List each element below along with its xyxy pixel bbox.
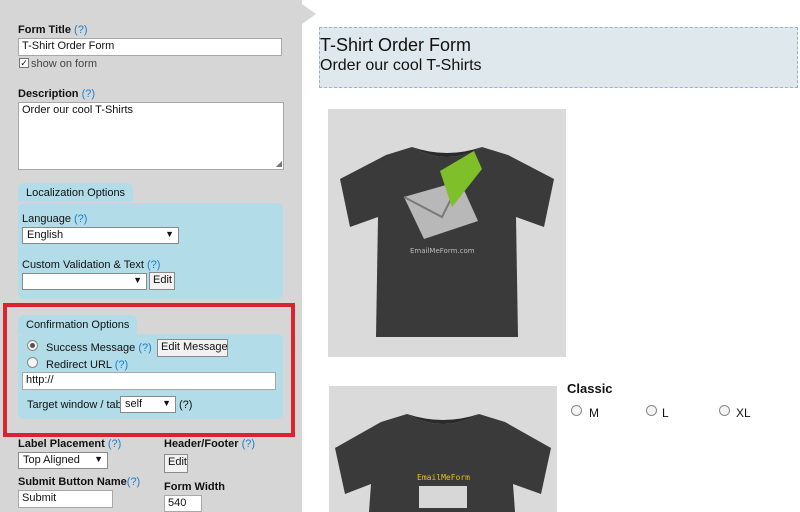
language-help-link[interactable]: (?) bbox=[74, 213, 87, 225]
panel-pointer-arrow bbox=[302, 4, 316, 24]
size-m-radio[interactable] bbox=[571, 405, 582, 416]
confirmation-options-highlight bbox=[3, 303, 295, 437]
form-subtitle-preview: Order our cool T-Shirts bbox=[320, 57, 482, 74]
dropdown-arrow-icon: ▼ bbox=[94, 454, 103, 464]
label-placement-help-link[interactable]: (?) bbox=[108, 438, 121, 450]
submit-button-name-label-text: Submit Button Name bbox=[18, 476, 127, 488]
description-text: Order our cool T-Shirts bbox=[22, 104, 134, 116]
submit-button-name-help-link[interactable]: (?) bbox=[127, 476, 140, 488]
submit-button-name-input[interactable]: Submit bbox=[18, 490, 113, 508]
custom-validation-label-text: Custom Validation & Text bbox=[22, 259, 144, 271]
shirt-1-print-text: EmailMeForm.com bbox=[410, 247, 475, 255]
language-select-value: English bbox=[27, 229, 64, 241]
language-label-text: Language bbox=[22, 213, 71, 225]
custom-validation-help-link[interactable]: (?) bbox=[147, 259, 160, 271]
localization-options-tab: Localization Options bbox=[18, 183, 134, 202]
size-xl-radio[interactable] bbox=[719, 405, 730, 416]
form-title-label: Form Title (?) bbox=[18, 24, 88, 36]
custom-validation-select[interactable]: ▼ bbox=[22, 273, 147, 290]
header-footer-help-link[interactable]: (?) bbox=[242, 438, 255, 450]
custom-validation-edit-button[interactable]: Edit bbox=[149, 272, 175, 290]
show-on-form-checkbox[interactable]: ✓ bbox=[19, 58, 29, 68]
dropdown-arrow-icon: ▼ bbox=[133, 275, 142, 285]
tshirt-image-2: EmailMeForm bbox=[329, 386, 557, 512]
size-l-label: L bbox=[662, 406, 669, 420]
shirt-2-print-text: EmailMeForm bbox=[417, 473, 470, 482]
description-label: Description (?) bbox=[18, 88, 95, 100]
label-placement-label-text: Label Placement bbox=[18, 438, 105, 450]
submit-button-name-label: Submit Button Name(?) bbox=[18, 476, 140, 488]
language-select[interactable]: English ▼ bbox=[22, 227, 179, 244]
dropdown-arrow-icon: ▼ bbox=[165, 229, 174, 239]
description-textarea[interactable]: Order our cool T-Shirts ◢ bbox=[18, 102, 284, 170]
form-width-label: Form Width bbox=[164, 481, 225, 493]
product-classic-label: Classic bbox=[567, 381, 613, 396]
size-l-radio[interactable] bbox=[646, 405, 657, 416]
resize-handle-icon[interactable]: ◢ bbox=[276, 160, 282, 168]
description-help-link[interactable]: (?) bbox=[82, 88, 95, 100]
tshirt-image-1: EmailMeForm.com bbox=[328, 109, 566, 357]
form-title-label-text: Form Title bbox=[18, 24, 71, 36]
language-label: Language (?) bbox=[22, 213, 87, 225]
description-label-text: Description bbox=[18, 88, 79, 100]
label-placement-select-value: Top Aligned bbox=[23, 454, 80, 466]
size-m-label: M bbox=[589, 406, 599, 420]
form-width-input[interactable]: 540 bbox=[164, 495, 202, 512]
header-footer-label-text: Header/Footer bbox=[164, 438, 239, 450]
form-title-preview: T-Shirt Order Form bbox=[320, 35, 472, 55]
custom-validation-label: Custom Validation & Text (?) bbox=[22, 259, 160, 271]
label-placement-label: Label Placement (?) bbox=[18, 438, 121, 450]
size-xl-label: XL bbox=[736, 406, 751, 420]
header-footer-label: Header/Footer (?) bbox=[164, 438, 255, 450]
show-on-form-label: show on form bbox=[31, 58, 98, 70]
header-footer-edit-button[interactable]: Edit bbox=[164, 454, 188, 473]
form-title-input[interactable]: T-Shirt Order Form bbox=[18, 38, 282, 56]
tshirt-illustration-2: EmailMeForm bbox=[335, 414, 551, 512]
label-placement-select[interactable]: Top Aligned ▼ bbox=[18, 452, 108, 469]
tshirt-illustration-1: EmailMeForm.com bbox=[340, 147, 554, 337]
form-title-help-link[interactable]: (?) bbox=[74, 24, 87, 36]
